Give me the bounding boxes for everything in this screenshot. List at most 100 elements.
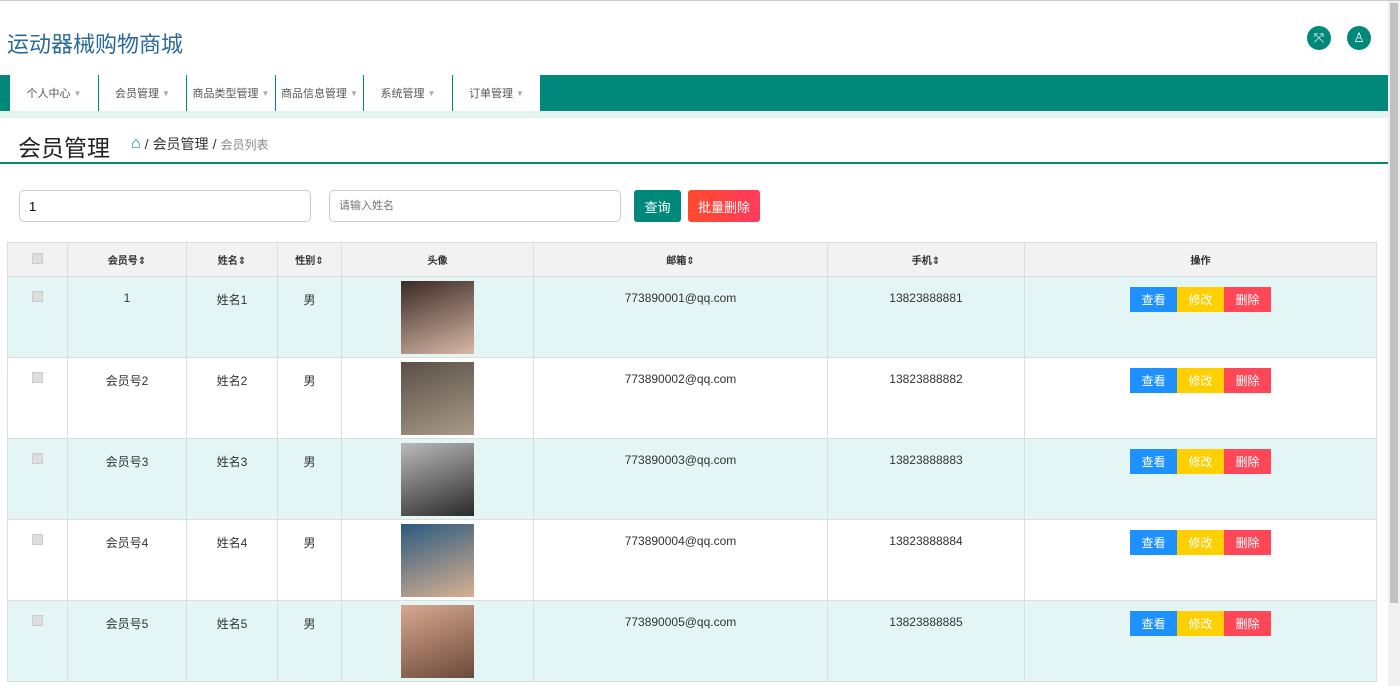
delete-button[interactable]: 删除 — [1224, 368, 1271, 393]
table-row: 1 姓名1 男 773890001@qq.com 13823888881 查看 … — [7, 276, 1377, 358]
row-select — [7, 600, 68, 682]
col-gender[interactable]: 性别⇕ — [277, 242, 342, 277]
caret-down-icon: ▼ — [162, 88, 170, 98]
col-label: 手机 — [911, 256, 932, 267]
avatar-cell — [341, 438, 534, 520]
col-label: 会员号 — [107, 256, 138, 267]
view-button[interactable]: 查看 — [1130, 449, 1177, 474]
breadcrumb-current: 会员列表 — [220, 137, 269, 152]
view-button[interactable]: 查看 — [1130, 287, 1177, 312]
select-all-checkbox[interactable] — [32, 252, 43, 264]
row-checkbox[interactable] — [32, 291, 43, 302]
avatar-cell — [341, 276, 534, 358]
user-icon[interactable]: ♙ — [1347, 26, 1371, 50]
caret-down-icon: ▼ — [261, 88, 270, 98]
edit-button[interactable]: 修改 — [1177, 368, 1224, 393]
col-label: 姓名 — [217, 256, 238, 267]
col-email[interactable]: 邮箱⇕ — [533, 242, 828, 277]
col-label: 邮箱 — [666, 256, 687, 267]
caret-down-icon: ▼ — [73, 88, 82, 98]
row-checkbox[interactable] — [32, 615, 43, 626]
member-gender: 男 — [277, 276, 342, 358]
delete-button[interactable]: 删除 — [1224, 287, 1271, 312]
member-email: 773890002@qq.com — [533, 357, 828, 439]
avatar-cell — [341, 519, 534, 601]
view-button[interactable]: 查看 — [1130, 611, 1177, 636]
edit-button[interactable]: 修改 — [1177, 530, 1224, 555]
avatar-cell — [341, 600, 534, 682]
breadcrumb-section[interactable]: 会员管理 — [153, 134, 209, 154]
nav-label: 商品信息管理 — [281, 88, 348, 100]
nav-system-management[interactable]: 系统管理 ▼ — [364, 75, 453, 111]
row-select — [7, 276, 68, 358]
col-label: 性别 — [295, 256, 316, 267]
member-gender: 男 — [277, 357, 342, 439]
select-all-header[interactable] — [7, 242, 68, 277]
batch-delete-button[interactable]: 批量删除 — [688, 190, 760, 222]
top-nav: 个人中心 ▼ 会员管理 ▼ 商品类型管理 ▼ 商品信息管理 ▼ 系统管理 ▼ 订单管理 ▼ — [0, 75, 1388, 111]
col-avatar: 头像 — [341, 242, 534, 277]
delete-button[interactable]: 删除 — [1224, 449, 1271, 474]
name-search-input[interactable] — [329, 190, 621, 222]
edit-button[interactable]: 修改 — [1177, 611, 1224, 636]
nav-order-management[interactable]: 订单管理 ▼ — [453, 75, 541, 111]
member-email: 773890001@qq.com — [533, 276, 828, 358]
page-title: 会员管理 — [18, 135, 110, 161]
actions-cell: 查看 修改 删除 — [1024, 600, 1377, 682]
member-phone: 13823888881 — [827, 276, 1025, 358]
nav-personal-center[interactable]: 个人中心 ▼ — [10, 75, 99, 111]
app-title: 运动器械购物商城 — [7, 32, 184, 57]
col-actions: 操作 — [1024, 242, 1377, 277]
member-phone: 13823888885 — [827, 600, 1025, 682]
row-checkbox[interactable] — [32, 372, 43, 383]
fullscreen-icon[interactable]: ⤧ — [1307, 26, 1331, 50]
nav-product-info-management[interactable]: 商品信息管理 ▼ — [276, 75, 364, 111]
member-phone: 13823888882 — [827, 357, 1025, 439]
member-phone: 13823888884 — [827, 519, 1025, 601]
edit-button[interactable]: 修改 — [1177, 449, 1224, 474]
breadcrumb-separator: / — [212, 136, 217, 152]
row-checkbox[interactable] — [32, 453, 43, 464]
col-name[interactable]: 姓名⇕ — [186, 242, 278, 277]
view-button[interactable]: 查看 — [1130, 530, 1177, 555]
actions-cell: 查看 修改 删除 — [1024, 438, 1377, 520]
row-select — [7, 438, 68, 520]
delete-button[interactable]: 删除 — [1224, 530, 1271, 555]
table-row: 会员号3 姓名3 男 773890003@qq.com 13823888883 … — [7, 438, 1377, 520]
actions-cell: 查看 修改 删除 — [1024, 357, 1377, 439]
caret-down-icon: ▼ — [516, 88, 524, 98]
divider — [0, 162, 1388, 164]
delete-button[interactable]: 删除 — [1224, 611, 1271, 636]
row-select — [7, 519, 68, 601]
member-id-input[interactable] — [19, 190, 311, 222]
avatar — [401, 443, 474, 516]
member-email: 773890005@qq.com — [533, 600, 828, 682]
member-name: 姓名2 — [186, 357, 278, 439]
avatar — [401, 362, 474, 435]
avatar — [401, 605, 474, 678]
table-row: 会员号5 姓名5 男 773890005@qq.com 13823888885 … — [7, 600, 1377, 682]
member-name: 姓名1 — [186, 276, 278, 358]
member-table: 会员号⇕ 姓名⇕ 性别⇕ 头像 邮箱⇕ 手机⇕ 操作 1 姓名1 男 77389… — [7, 242, 1377, 682]
member-name: 姓名4 — [186, 519, 278, 601]
col-phone[interactable]: 手机⇕ — [827, 242, 1025, 277]
nav-label: 会员管理 — [115, 88, 160, 100]
col-member-id[interactable]: 会员号⇕ — [67, 242, 187, 277]
member-gender: 男 — [277, 519, 342, 601]
caret-down-icon: ▼ — [427, 88, 436, 98]
member-id: 会员号4 — [67, 519, 187, 601]
view-button[interactable]: 查看 — [1130, 368, 1177, 393]
nav-strip — [0, 111, 1388, 118]
scrollbar[interactable] — [1388, 1, 1400, 686]
nav-member-management[interactable]: 会员管理 ▼ — [99, 75, 187, 111]
home-icon[interactable]: ⌂ — [131, 135, 141, 153]
row-checkbox[interactable] — [32, 534, 43, 545]
scrollbar-thumb[interactable] — [1390, 3, 1398, 603]
member-id: 1 — [67, 276, 187, 358]
edit-button[interactable]: 修改 — [1177, 287, 1224, 312]
member-email: 773890003@qq.com — [533, 438, 828, 520]
query-button[interactable]: 查询 — [634, 190, 681, 222]
nav-product-type-management[interactable]: 商品类型管理 ▼ — [187, 75, 276, 111]
caret-down-icon: ▼ — [350, 88, 358, 98]
row-select — [7, 357, 68, 439]
